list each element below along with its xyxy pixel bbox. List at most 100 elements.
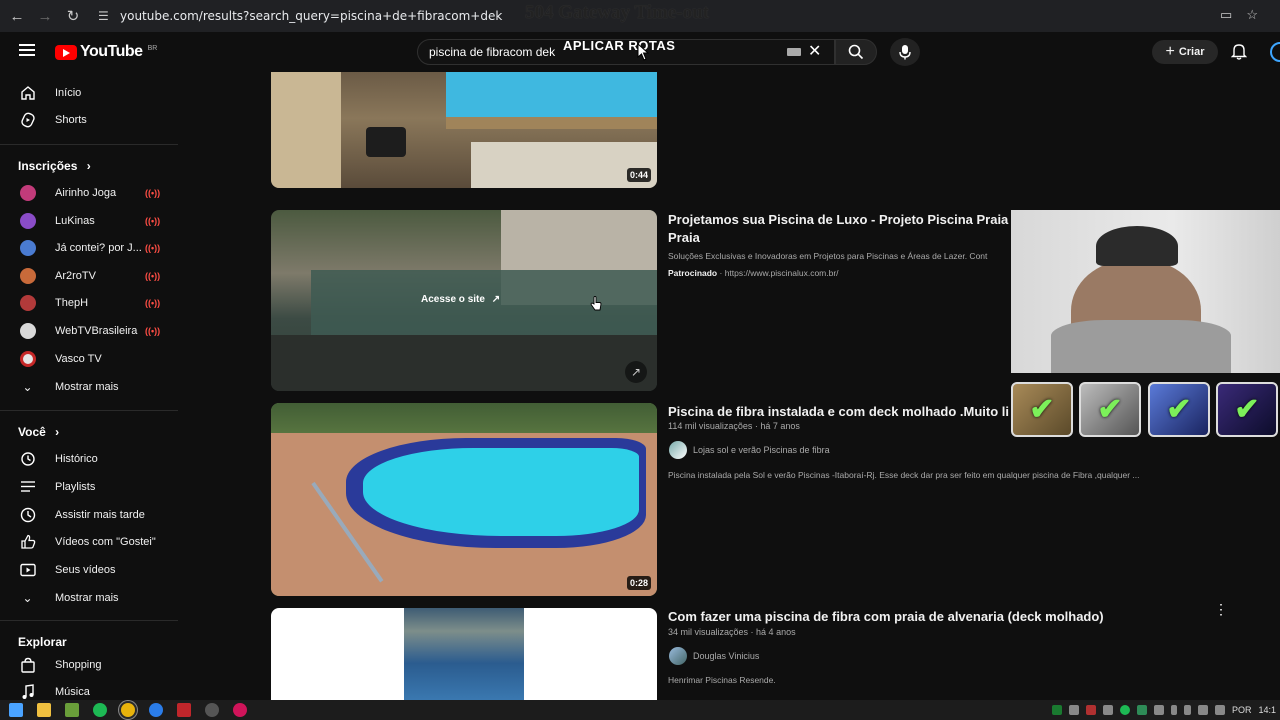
bookmark-star-icon[interactable]: ☆ [1246,7,1258,23]
obs-icon[interactable] [205,703,219,717]
install-app-icon[interactable]: ▭ [1220,7,1232,23]
voice-search-button[interactable] [890,38,920,66]
ad-title-line2[interactable]: Praia [668,230,700,245]
external-link-icon: ↗ [491,294,501,305]
video-thumbnail[interactable] [271,608,657,700]
logo-country: BR [147,44,158,52]
sidebar: Início Shorts Inscrições › Airinho Joga … [0,72,178,700]
ad-description: Soluções Exclusivas e Inovadoras em Proj… [668,251,988,261]
channel-name: Airinho Joga [55,187,117,199]
game-app-icon[interactable] [65,703,79,717]
sidebar-item-label: Vídeos com "Gostei" [55,536,156,548]
channel-name[interactable]: Lojas sol e verão Piscinas de fibra [693,445,830,455]
sidebar-divider [0,410,178,411]
video-title[interactable]: Piscina de fibra instalada e com deck mo… [668,404,1009,419]
sidebar-channel[interactable]: WebTVBrasileira ((•)) [0,318,178,344]
ad-title[interactable]: Projetamos sua Piscina de Luxo - Projeto… [668,212,1021,227]
browser-app-icon[interactable] [149,703,163,717]
sidebar-item-your-videos[interactable]: Seus vídeos [0,557,178,583]
create-button[interactable]: + Criar [1152,40,1218,64]
tray-icon[interactable] [1068,705,1079,715]
tray-icon[interactable] [1085,705,1096,715]
sidebar-channel[interactable]: ThepH ((•)) [0,290,178,316]
video-description: Henrimar Piscinas Resende. [668,675,776,685]
sidebar-item-playlists[interactable]: Playlists [0,474,178,500]
video-thumbnail[interactable]: 0:44 [271,72,657,188]
site-info-icon[interactable]: ☰ [98,9,112,23]
volume-icon[interactable] [1214,705,1225,715]
ad-site-url[interactable]: https://www.piscinalux.com.br/ [725,268,839,278]
clock[interactable]: 14:1 [1258,705,1276,715]
visit-site-label: Acesse o site ↗ [421,294,501,305]
sidebar-item-shorts[interactable]: Shorts [0,107,178,133]
show-more-subscriptions[interactable]: ⌄ Mostrar mais [0,374,178,400]
tray-icon[interactable] [1136,705,1147,715]
video-duration: 0:28 [626,576,651,590]
sidebar-channel[interactable]: Já contei? por J... ((•)) [0,235,178,261]
you-heading[interactable]: Você › [18,425,59,439]
subscriptions-heading[interactable]: Inscrições › [18,159,91,173]
search-button[interactable] [835,39,877,65]
show-more-you[interactable]: ⌄ Mostrar mais [0,585,178,611]
channel-name: Vasco TV [55,353,102,365]
youtube-play-icon [55,44,77,60]
sidebar-item-label: Shorts [55,114,87,126]
sidebar-channel[interactable]: Vasco TV [0,346,178,372]
channel-avatar[interactable] [669,441,687,459]
sidebar-item-watch-later[interactable]: Assistir mais tarde [0,502,178,528]
battery-icon[interactable] [1183,705,1191,715]
hand-cursor-icon [590,296,602,311]
menu-icon[interactable] [19,44,35,56]
channel-name: Já contei? por J... [55,242,142,254]
network-icon[interactable] [1197,705,1208,715]
thumbnail-pool-water [363,448,639,536]
music-icon [19,684,36,701]
sidebar-channel[interactable]: Airinho Joga ((•)) [0,180,178,206]
app-icon[interactable] [233,703,247,717]
achievement-badge: ✔ [1079,382,1141,437]
channel-avatar[interactable] [669,647,687,665]
playlists-icon [19,479,36,496]
sidebar-item-history[interactable]: Histórico [0,446,178,472]
create-label: Criar [1178,46,1205,58]
tray-icon[interactable] [1102,705,1113,715]
reload-icon[interactable]: ↻ [59,2,87,30]
language-indicator[interactable]: POR [1232,705,1252,715]
windows-start-icon[interactable] [9,703,23,717]
chrome-icon[interactable] [121,703,135,717]
more-options-icon[interactable]: ⋮ [1214,602,1228,616]
youtube-logo[interactable]: YouTube BR [55,43,157,61]
channel-avatar [20,295,36,311]
sidebar-item-home[interactable]: Início [0,80,178,106]
tray-icon[interactable] [1153,705,1164,715]
sidebar-item-label: Seus vídeos [55,564,116,576]
video-thumbnail[interactable]: 0:28 [271,403,657,596]
back-icon[interactable]: ← [3,2,31,30]
thumbnail-wood-frame [446,117,657,129]
system-tray: POR 14:1 [1051,700,1280,720]
tray-icon[interactable] [1051,705,1062,715]
explore-heading: Explorar [18,635,67,649]
sidebar-item-liked-videos[interactable]: Vídeos com "Gostei" [0,529,178,555]
checkmark-icon: ✔ [1234,393,1260,426]
channel-name[interactable]: Douglas Vinicius [693,651,759,661]
aplicar-rotas-overlay: APLICAR ROTAS [563,38,676,53]
tray-icon[interactable] [1119,705,1130,715]
file-explorer-icon[interactable] [37,703,51,717]
video-title[interactable]: Com fazer uma piscina de fibra com praia… [668,609,1104,624]
like-icon [19,534,36,551]
sidebar-channel[interactable]: Ar2roTV ((•)) [0,263,178,289]
mic-tray-icon[interactable] [1170,705,1177,715]
open-link-icon[interactable]: ↗ [625,361,647,383]
sidebar-channel[interactable]: LuKinas ((•)) [0,208,178,234]
sidebar-item-shopping[interactable]: Shopping [0,652,178,678]
mic-icon [899,45,911,60]
spotify-icon[interactable] [93,703,107,717]
chevron-right-icon: › [86,159,91,173]
notifications-icon[interactable] [1230,43,1248,65]
checkmark-icon: ✔ [1029,393,1055,426]
forward-icon[interactable]: → [31,2,59,30]
clear-search-icon[interactable]: ✕ [808,41,821,61]
app-icon[interactable] [177,703,191,717]
keyboard-icon[interactable] [787,48,801,56]
